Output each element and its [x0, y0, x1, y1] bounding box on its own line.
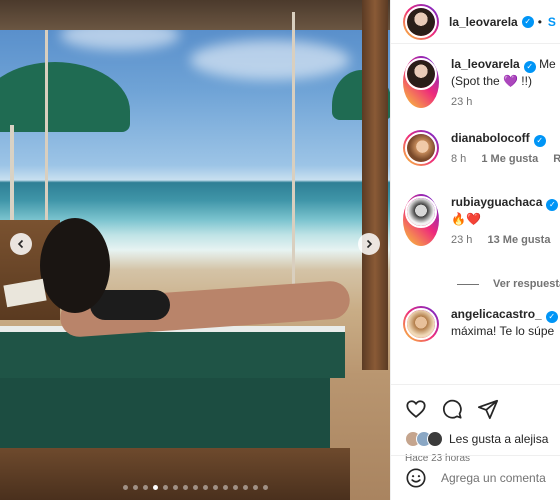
comment-text: máxima! Te lo súpe: [451, 324, 555, 338]
comment-likes[interactable]: 1 Me gusta: [481, 153, 538, 165]
carousel-dot: [222, 485, 228, 490]
verified-badge-icon: ✓: [523, 61, 536, 73]
reply-button[interactable]: Re: [553, 153, 560, 165]
chevron-left-icon: [17, 239, 24, 249]
carousel-indicator: [0, 485, 390, 490]
daybed-base: [0, 378, 330, 448]
caption: la_leovarela ✓ Me (Spot the 💜 !!) 23 h: [403, 56, 560, 108]
comment-username[interactable]: rubiayguachaca: [451, 195, 542, 209]
verified-badge-icon: ✓: [545, 311, 558, 323]
comment-username[interactable]: dianabolocoff: [451, 131, 530, 145]
caption-username[interactable]: la_leovarela: [451, 57, 520, 71]
swing-rope: [292, 12, 295, 292]
share-icon[interactable]: [477, 398, 499, 420]
verified-badge-icon: ✓: [533, 135, 546, 147]
daybed-cushion: [0, 326, 345, 378]
separator: •: [537, 14, 542, 29]
verified-badge-icon: ✓: [546, 199, 559, 211]
comment-time: 23 h: [451, 234, 473, 246]
hair: [40, 218, 110, 313]
commenter-avatar[interactable]: [403, 130, 439, 166]
comment-username[interactable]: angelicacastro_: [451, 307, 542, 321]
carousel-next-button[interactable]: [358, 233, 380, 255]
heart-icon[interactable]: [405, 398, 427, 420]
follow-button[interactable]: S: [548, 15, 556, 29]
comment-time: 8 h: [451, 153, 467, 165]
umbrella-pole: [10, 125, 14, 235]
carousel-dot: [162, 485, 168, 490]
post-image[interactable]: [0, 0, 390, 500]
carousel-dot: [192, 485, 198, 490]
author-avatar[interactable]: [403, 3, 439, 40]
chevron-right-icon: [366, 239, 373, 249]
add-comment-bar: Agrega un comenta: [391, 455, 560, 500]
liked-by-text: Les gusta a alejisa: [449, 432, 549, 446]
emoji-icon[interactable]: [405, 467, 427, 489]
carousel-dot: [132, 485, 138, 490]
view-replies-label: Ver respuesta: [493, 278, 560, 290]
commenter-avatar[interactable]: [403, 194, 439, 246]
comment-item: rubiayguachaca ✓ 🔥❤️ 23 h 13 Me gusta: [403, 194, 560, 246]
carousel-dot: [252, 485, 258, 490]
carousel-dot: [202, 485, 208, 490]
carousel-dot: [142, 485, 148, 490]
carousel-dot: [212, 485, 218, 490]
post-header: la_leovarela ✓ • S: [391, 0, 560, 44]
carousel-dot: [172, 485, 178, 490]
liked-by-row[interactable]: Les gusta a alejisa: [405, 431, 560, 447]
caption-text: Me: [539, 57, 556, 71]
caption-text-line2: (Spot the 💜 !!): [451, 74, 532, 88]
post-actions: Les gusta a alejisa Hace 23 horas: [391, 384, 560, 464]
beach-umbrella-left: [0, 62, 130, 132]
carousel-dot: [182, 485, 188, 490]
view-replies-button[interactable]: Ver respuesta: [457, 278, 560, 290]
verified-badge-icon: ✓: [521, 15, 534, 28]
swing-rope: [45, 30, 48, 220]
daybed-frame: [0, 448, 350, 500]
carousel-dot: [262, 485, 268, 490]
carousel-prev-button[interactable]: [10, 233, 32, 255]
comment-icon[interactable]: [441, 398, 463, 420]
author-avatar[interactable]: [403, 56, 439, 108]
palapa-roof: [0, 0, 390, 30]
comment-text: 🔥❤️: [451, 212, 481, 226]
carousel-dot: [232, 485, 238, 490]
carousel-dot: [122, 485, 128, 490]
cloud: [190, 40, 350, 80]
author-username[interactable]: la_leovarela: [449, 15, 518, 29]
comment-item: angelicacastro_ ✓ máxima! Te lo súpe: [403, 306, 560, 342]
caption-time: 23 h: [451, 96, 473, 108]
wooden-post: [362, 0, 388, 370]
comment-item: dianabolocoff✓ 8 h 1 Me gusta Re: [403, 130, 560, 166]
carousel-dot: [242, 485, 248, 490]
carousel-dot: [152, 485, 158, 490]
comment-list: la_leovarela ✓ Me (Spot the 💜 !!) 23 h di…: [391, 44, 560, 384]
commenter-avatar[interactable]: [403, 306, 439, 342]
comments-panel: la_leovarela ✓ • S la_leovarela ✓ Me (Spo…: [390, 0, 560, 500]
liker-avatar: [427, 431, 443, 447]
replies-line: [457, 283, 479, 285]
comment-likes[interactable]: 13 Me gusta: [487, 234, 550, 246]
add-comment-input[interactable]: Agrega un comenta: [441, 471, 546, 485]
